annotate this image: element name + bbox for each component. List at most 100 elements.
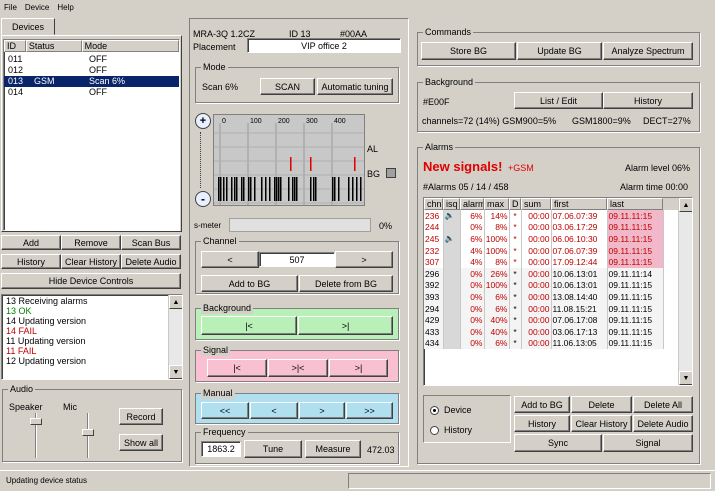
channel-prev-button[interactable]: <: [201, 251, 259, 268]
signal-first-button[interactable]: |<: [207, 359, 267, 377]
delete-audio-button[interactable]: Delete Audio: [121, 254, 181, 269]
device-row[interactable]: 012 OFF: [4, 65, 179, 76]
scan-button[interactable]: SCAN: [260, 78, 315, 95]
alarm-row[interactable]: 434 0% 6% * 00:00 11.06.13:05 09.11.11:15: [424, 337, 664, 350]
log-list[interactable]: 13 Receiving alarms 13 OK 14 Updating vers…: [1, 294, 183, 380]
scroll-down-icon[interactable]: ▼: [169, 365, 182, 379]
zoom-in-icon[interactable]: +: [195, 113, 211, 129]
update-bg-button[interactable]: Update BG: [517, 42, 602, 60]
zoom-out-icon[interactable]: -: [195, 191, 211, 207]
alarm-col-D[interactable]: D: [509, 198, 521, 210]
speaker-slider[interactable]: [30, 413, 42, 458]
alarm-delete-all-button[interactable]: Delete All: [633, 396, 693, 413]
alarm-row[interactable]: 236 🔈 6% 14% * 00:00 07.06.07:39 09.11.11:15: [424, 210, 664, 222]
col-status[interactable]: Status: [25, 40, 82, 52]
alarm-col-max[interactable]: max: [484, 198, 509, 210]
store-bg-button[interactable]: Store BG: [421, 42, 516, 60]
alarm-delete-button[interactable]: Delete: [571, 396, 632, 413]
signal-button[interactable]: Signal: [603, 434, 693, 452]
alarm-delete-audio-button[interactable]: Delete Audio: [633, 415, 693, 432]
alarm-col-last[interactable]: last: [607, 198, 663, 210]
device-radio[interactable]: Device: [430, 405, 472, 415]
clear-history-button[interactable]: Clear History: [61, 254, 121, 269]
frequency-field[interactable]: 1863.2: [201, 441, 241, 457]
bg-indicator[interactable]: [386, 168, 396, 178]
bg-last-button[interactable]: >|: [298, 316, 393, 335]
mic-slider[interactable]: [82, 413, 94, 458]
add-to-bg-button[interactable]: Add to BG: [201, 275, 298, 292]
remove-button[interactable]: Remove: [61, 235, 121, 250]
menu-file[interactable]: File: [4, 3, 17, 12]
signal-last-button[interactable]: >|: [329, 359, 388, 377]
spectrum-bg-bar: [218, 177, 220, 201]
manual-fast-back-button[interactable]: <<: [201, 402, 249, 419]
scroll-down-icon[interactable]: ▼: [679, 371, 692, 385]
spectrum-scrollbar[interactable]: [213, 200, 365, 210]
alarm-col-isq[interactable]: isq: [443, 198, 460, 210]
alarms-table[interactable]: chn isq alarm max Dsum first last 236 🔈 6% 14% * 00…: [423, 197, 693, 386]
hide-device-controls-button[interactable]: Hide Device Controls: [1, 273, 181, 289]
alarm-add-to-bg-button[interactable]: Add to BG: [514, 396, 570, 413]
alarm-row[interactable]: 296 0% 26% * 00:00 10.06.13:01 09.11.11:14: [424, 267, 664, 280]
spectrum-bg-bar: [352, 177, 354, 201]
alarm-row[interactable]: 429 0% 40% * 00:00 07.06.17:08 09.11.11:15: [424, 314, 664, 326]
alarms-scrollbar[interactable]: ▲ ▼: [678, 198, 692, 385]
measure-button[interactable]: Measure: [305, 440, 361, 458]
alarm-row[interactable]: 245 🔈 6% 100% * 00:00 06.06.10:30 09.11.11:15: [424, 233, 664, 245]
col-id[interactable]: ID: [4, 40, 26, 52]
alarm-cell: 07.06.07:39: [551, 210, 608, 222]
background-history-button[interactable]: History: [603, 92, 693, 109]
log-scrollbar[interactable]: ▲ ▼: [168, 295, 182, 379]
alarm-cell: 03.06.17:29: [551, 221, 608, 234]
alarm-cell: 6%: [484, 302, 510, 315]
delete-from-bg-button[interactable]: Delete from BG: [299, 275, 393, 292]
alarm-col-first[interactable]: first: [551, 198, 607, 210]
alarm-row[interactable]: 294 0% 6% * 00:00 11.08.15:21 09.11.11:15: [424, 302, 664, 315]
alarm-row[interactable]: 393 0% 6% * 00:00 13.08.14:40 09.11.11:15: [424, 291, 664, 303]
list-edit-button[interactable]: List / Edit: [514, 92, 603, 109]
manual-back-button[interactable]: <: [250, 402, 298, 419]
alarm-col-chn[interactable]: chn: [424, 198, 443, 210]
sync-button[interactable]: Sync: [514, 434, 602, 452]
device-row[interactable]: 011 OFF: [4, 54, 179, 65]
manual-forward-button[interactable]: >: [299, 402, 345, 419]
device-row[interactable]: 013 GSM Scan 6%: [4, 76, 179, 87]
alarm-col-sum[interactable]: sum: [521, 198, 551, 210]
placement-field[interactable]: VIP office 2: [247, 38, 401, 53]
manual-fast-forward-button[interactable]: >>: [346, 402, 393, 419]
alarm-history-button[interactable]: History: [514, 415, 570, 432]
spectrum-display[interactable]: 0 100 200 300 400: [213, 114, 365, 206]
alarm-row[interactable]: 433 0% 40% * 00:00 03.06.17:13 09.11.11:15: [424, 325, 664, 338]
alarm-row[interactable]: 244 0% 8% * 00:00 03.06.17:29 09.11.11:15: [424, 221, 664, 234]
add-button[interactable]: Add: [1, 235, 61, 250]
signal-mid-button[interactable]: >|<: [268, 359, 328, 377]
show-all-button[interactable]: Show all: [119, 434, 163, 451]
tune-button[interactable]: Tune: [244, 440, 302, 458]
alarm-row[interactable]: 232 4% 100% * 00:00 07.06.07:39 09.11.11:15: [424, 244, 664, 257]
analyze-spectrum-button[interactable]: Analyze Spectrum: [603, 42, 693, 60]
alarm-col-alarm[interactable]: alarm: [460, 198, 484, 210]
bg-label: BG: [367, 169, 381, 179]
col-mode[interactable]: Mode: [81, 40, 179, 52]
scroll-up-icon[interactable]: ▲: [169, 295, 182, 309]
history-button[interactable]: History: [1, 254, 61, 269]
bg-first-button[interactable]: |<: [201, 316, 297, 335]
devices-tab[interactable]: Devices: [1, 18, 55, 35]
scroll-up-icon[interactable]: ▲: [679, 198, 692, 212]
channel-field[interactable]: 507: [259, 252, 335, 267]
alarm-clear-history-button[interactable]: Clear History: [571, 415, 632, 432]
record-button[interactable]: Record: [119, 408, 163, 425]
alarm-cell: 245: [424, 233, 444, 245]
alarm-cell: 434: [424, 337, 444, 350]
alarm-row[interactable]: 392 0% 100% * 00:00 10.06.13:01 09.11.11:15: [424, 279, 664, 292]
device-list[interactable]: ID Status Mode 011 OFF 012 OFF 013 GSM Scan 6%…: [3, 39, 180, 231]
menu-help[interactable]: Help: [57, 3, 73, 12]
channel-next-button[interactable]: >: [335, 251, 393, 268]
zoom-slider[interactable]: [200, 132, 208, 188]
device-row[interactable]: 014 OFF: [4, 87, 179, 98]
automatic-tuning-button[interactable]: Automatic tuning: [317, 78, 393, 95]
history-radio[interactable]: History: [430, 425, 472, 435]
menu-device[interactable]: Device: [25, 3, 49, 12]
scan-bus-button[interactable]: Scan Bus: [121, 235, 181, 250]
alarm-row[interactable]: 307 4% 8% * 00:00 17.09.12:44 09.11.11:15: [424, 256, 664, 268]
